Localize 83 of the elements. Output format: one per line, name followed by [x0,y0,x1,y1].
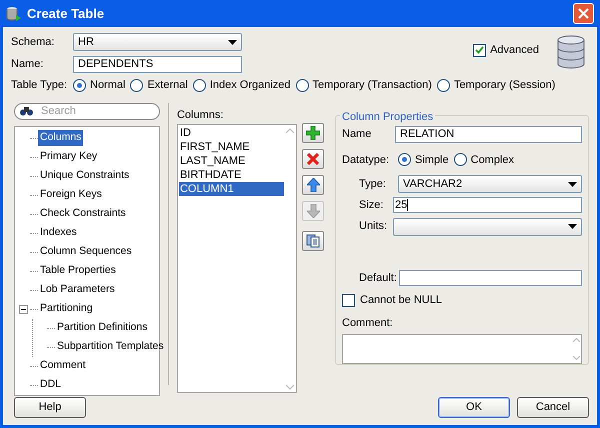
radio-label: Complex [470,152,514,168]
field-label: Units: [359,219,388,234]
field-label: Name [342,126,372,142]
schema-dropdown[interactable]: HR [73,33,242,51]
field-label: Comment: [342,316,394,330]
caret-icon [568,182,577,186]
binoculars-icon [20,106,33,116]
window-title: Create Table [27,4,106,23]
tree-item[interactable]: Foreign Keys [38,187,104,203]
tree-item[interactable]: Check Constraints [38,206,128,222]
plus-icon [306,126,320,140]
scroll-up-icon [286,128,294,133]
radio-label: Temporary (Transaction) [312,78,432,93]
tree-item[interactable]: Lob Parameters [38,282,117,298]
tree-item[interactable]: Partitioning [38,301,95,317]
radio-label: Simple [415,152,449,168]
scroll-down-icon [286,384,294,390]
radio-button[interactable] [192,78,206,92]
dialog-button[interactable]: Help [14,396,86,418]
units-dropdown[interactable] [393,218,582,236]
radio-button[interactable] [296,78,309,92]
tree-item[interactable]: Columns [38,130,84,146]
radio-label: Index Organized [210,78,291,93]
caret-icon [228,40,237,44]
scrollbar[interactable] [284,126,296,392]
checkbox-label: Advanced [490,43,539,58]
list-label: Columns: [176,108,224,122]
field-label: Size: [359,198,384,213]
field-label: Type: [359,176,387,192]
copy-button[interactable] [302,230,324,250]
checkbox[interactable] [473,44,486,57]
tree-item[interactable]: Subpartition Templates [55,339,166,355]
radio-button[interactable] [130,78,144,92]
database-icon [557,35,585,69]
tree-item[interactable]: Column Sequences [38,244,134,260]
field-label: Name: [11,57,44,72]
arrow-down-icon [306,204,320,218]
input-field[interactable] [399,270,582,286]
collapse-icon[interactable] [18,304,28,314]
field-label: Default: [359,270,398,286]
radio-label: External [147,78,188,93]
copy-icon [306,234,320,248]
dialog-button[interactable]: Cancel [517,396,589,418]
arrow-up-icon [306,178,320,192]
tree-item[interactable]: Primary Key [38,149,100,165]
scroll-down-icon [572,356,580,360]
radio-button[interactable] [398,153,411,166]
tree-item[interactable]: Comment [38,358,88,374]
list-item[interactable]: FIRST_NAME [178,140,284,154]
radio-button[interactable] [73,78,86,92]
database-icon [6,6,22,22]
close-icon [578,8,589,19]
delete-icon [306,152,320,166]
tree-item[interactable]: Unique Constraints [38,168,132,184]
scroll-up-icon [572,338,580,342]
radio-label: Normal [90,78,126,93]
input-field[interactable]: RELATION [395,126,582,142]
tree-item[interactable]: Indexes [38,225,79,241]
tree-item[interactable]: Table Properties [38,263,118,279]
list-item[interactable]: ID [178,126,284,140]
comment-field[interactable] [342,334,582,364]
checkbox-label: Cannot be NULL [360,293,442,308]
checkbox[interactable] [342,294,355,307]
field-label: Schema: [11,34,56,50]
dialog-button[interactable]: OK [438,396,510,418]
radio-button[interactable] [436,78,450,92]
caret-icon [568,224,577,229]
list-item[interactable]: LAST_NAME [178,154,284,168]
type-dropdown[interactable]: VARCHAR2 [398,175,582,193]
tree-item[interactable]: Partition Definitions [55,320,150,336]
up-button[interactable] [302,174,324,194]
radio-button[interactable] [454,153,467,166]
input-field[interactable]: 25 [393,197,582,214]
delete-button[interactable] [302,148,324,168]
list-item[interactable]: BIRTHDATE [178,168,284,182]
input-field[interactable]: DEPENDENTS [73,56,242,73]
tree-item[interactable]: DDL [38,377,64,393]
add-button[interactable] [302,122,324,142]
close-button[interactable] [573,3,594,24]
radio-label: Temporary (Session) [454,78,556,93]
field-label: Datatype: [342,152,390,168]
list-item[interactable]: COLUMN1 [178,182,284,196]
field-label: Table Type: [11,78,68,93]
